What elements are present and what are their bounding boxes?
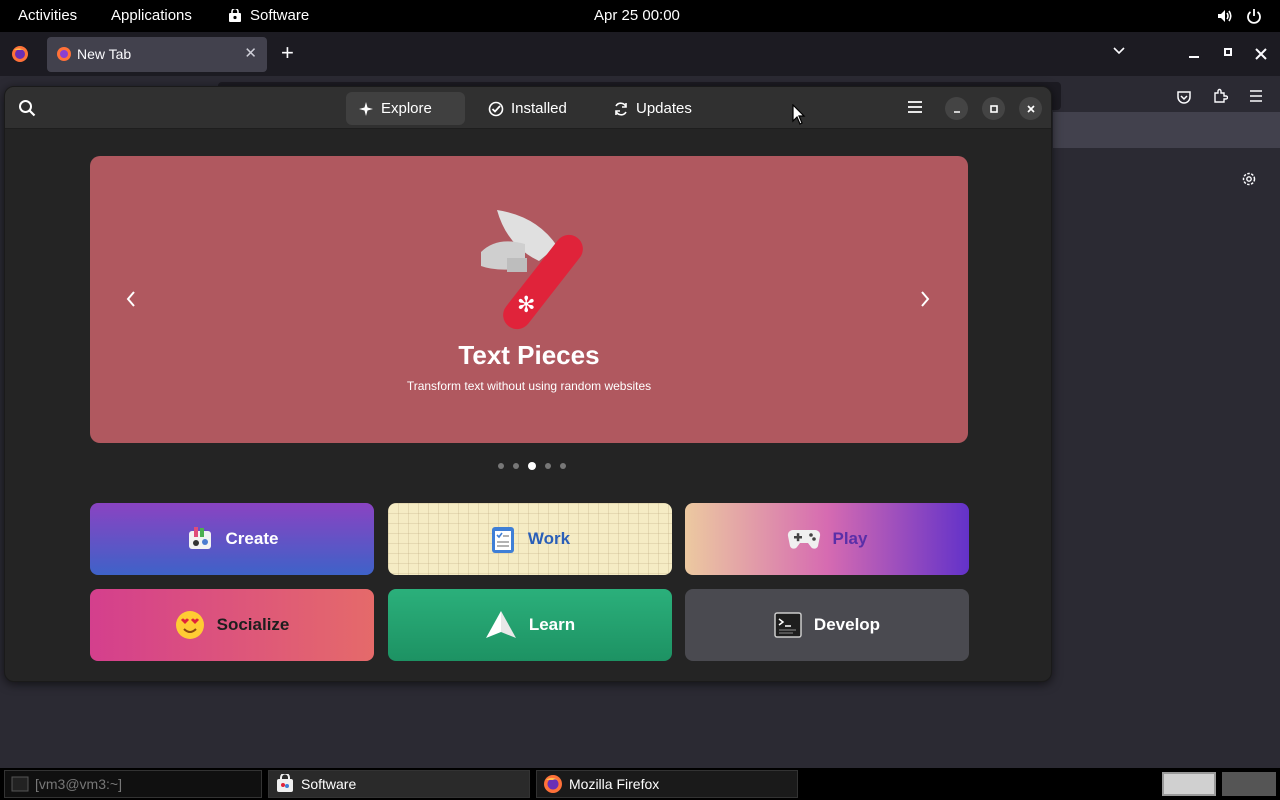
- firefox-app-icon: [544, 775, 562, 793]
- develop-terminal-icon: [774, 612, 802, 638]
- text-pieces-app-icon: ✻: [481, 210, 583, 330]
- tab-installed-label: Installed: [511, 100, 567, 117]
- taskbar-terminal-label: [vm3@vm3:~]: [35, 776, 122, 792]
- maximize-button[interactable]: [982, 97, 1005, 120]
- updates-refresh-icon: [615, 101, 627, 116]
- carousel-indicator: [498, 462, 566, 470]
- bottom-taskbar: [vm3@vm3:~] Software Mozilla Firefox: [0, 768, 1280, 800]
- svg-text:✻: ✻: [517, 293, 535, 318]
- firefox-close-icon[interactable]: [1255, 48, 1267, 60]
- category-play[interactable]: Play: [685, 503, 969, 575]
- firefox-favicon-icon: [57, 47, 71, 61]
- pocket-icon[interactable]: [1176, 89, 1192, 105]
- software-header-bar: Explore Installed Updates: [5, 87, 1051, 129]
- activities-button[interactable]: Activities: [18, 0, 77, 32]
- category-develop-label: Develop: [813, 615, 881, 634]
- carousel-dot[interactable]: [498, 463, 504, 469]
- carousel-dot[interactable]: [560, 463, 566, 469]
- category-learn-label: Learn: [528, 615, 576, 634]
- category-develop[interactable]: Develop: [685, 589, 969, 661]
- top-bar: Activities Applications Software Apr 25 …: [0, 0, 1280, 32]
- workspace-1[interactable]: [1162, 772, 1216, 796]
- tab-title: New Tab: [77, 46, 132, 62]
- software-app-icon: [277, 774, 293, 792]
- list-tabs-chevron-icon[interactable]: [1112, 44, 1126, 58]
- taskbar-firefox-label: Mozilla Firefox: [569, 776, 660, 792]
- workspace-2[interactable]: [1222, 772, 1276, 796]
- chevron-right-icon[interactable]: [918, 289, 932, 309]
- mouse-cursor-icon: [792, 104, 806, 125]
- category-create-label: Create: [225, 529, 279, 548]
- taskbar-item-terminal[interactable]: [vm3@vm3:~]: [4, 770, 262, 798]
- explore-sparkle-icon: [359, 101, 373, 116]
- play-gamepad-icon: [787, 529, 820, 549]
- software-bag-icon: [229, 9, 241, 22]
- software-window: Explore Installed Updates ✻ Text Pieces …: [4, 86, 1052, 682]
- socialize-heart-eyes-icon: [175, 611, 204, 639]
- taskbar-software-label: Software: [301, 776, 357, 792]
- clock[interactable]: Apr 25 00:00: [594, 0, 680, 32]
- main-menu-icon[interactable]: [907, 100, 923, 114]
- tab-updates-label: Updates: [636, 100, 692, 117]
- carousel-dot[interactable]: [513, 463, 519, 469]
- tab-updates[interactable]: Updates: [601, 92, 704, 125]
- firefox-toolbar-area: [1053, 112, 1280, 148]
- installed-check-icon: [488, 101, 504, 116]
- category-work-label: Work: [527, 529, 571, 548]
- firefox-tab-new-tab[interactable]: New Tab ✕: [47, 37, 267, 72]
- search-icon[interactable]: [18, 99, 36, 117]
- firefox-minimize-icon[interactable]: [1188, 44, 1200, 60]
- taskbar-item-software[interactable]: Software: [268, 770, 530, 798]
- category-play-label: Play: [832, 529, 868, 548]
- tab-explore-label: Explore: [381, 100, 432, 117]
- featured-app-subtitle: Transform text without using random webs…: [406, 379, 652, 393]
- power-icon[interactable]: [1246, 0, 1262, 32]
- new-tab-button[interactable]: +: [281, 42, 294, 64]
- applications-menu[interactable]: Applications: [111, 0, 192, 32]
- firefox-icon[interactable]: [11, 45, 29, 63]
- carousel-dot-active[interactable]: [528, 462, 536, 470]
- firefox-maximize-icon[interactable]: [1224, 48, 1232, 56]
- close-icon: [1026, 104, 1035, 113]
- chevron-left-icon[interactable]: [124, 289, 138, 309]
- featured-app-title: Text Pieces: [458, 340, 600, 370]
- category-learn[interactable]: Learn: [388, 589, 672, 661]
- app-menu-software[interactable]: Software: [228, 0, 309, 32]
- taskbar-item-firefox[interactable]: Mozilla Firefox: [536, 770, 798, 798]
- featured-app-banner[interactable]: ✻ Text Pieces Transform text without usi…: [90, 156, 968, 443]
- category-work[interactable]: Work: [388, 503, 672, 575]
- category-socialize-label: Socialize: [216, 615, 290, 634]
- minimize-icon: [953, 110, 960, 113]
- learn-paper-plane-icon: [485, 611, 516, 638]
- hamburger-menu-icon[interactable]: [1249, 89, 1263, 103]
- terminal-icon: [11, 776, 29, 792]
- volume-icon[interactable]: [1216, 0, 1234, 32]
- close-tab-icon[interactable]: ✕: [244, 44, 257, 62]
- category-create[interactable]: Create: [90, 503, 374, 575]
- work-clipboard-icon: [491, 527, 514, 553]
- carousel-dot[interactable]: [545, 463, 551, 469]
- close-button[interactable]: [1019, 97, 1042, 120]
- settings-gear-icon[interactable]: [1241, 171, 1257, 187]
- extensions-icon[interactable]: [1212, 88, 1228, 104]
- app-menu-label: Software: [250, 7, 310, 24]
- minimize-button[interactable]: [945, 97, 968, 120]
- tab-installed[interactable]: Installed: [476, 92, 579, 125]
- category-socialize[interactable]: Socialize: [90, 589, 374, 661]
- maximize-icon: [989, 104, 998, 113]
- create-palette-icon: [188, 527, 211, 549]
- tab-explore[interactable]: Explore: [346, 92, 465, 125]
